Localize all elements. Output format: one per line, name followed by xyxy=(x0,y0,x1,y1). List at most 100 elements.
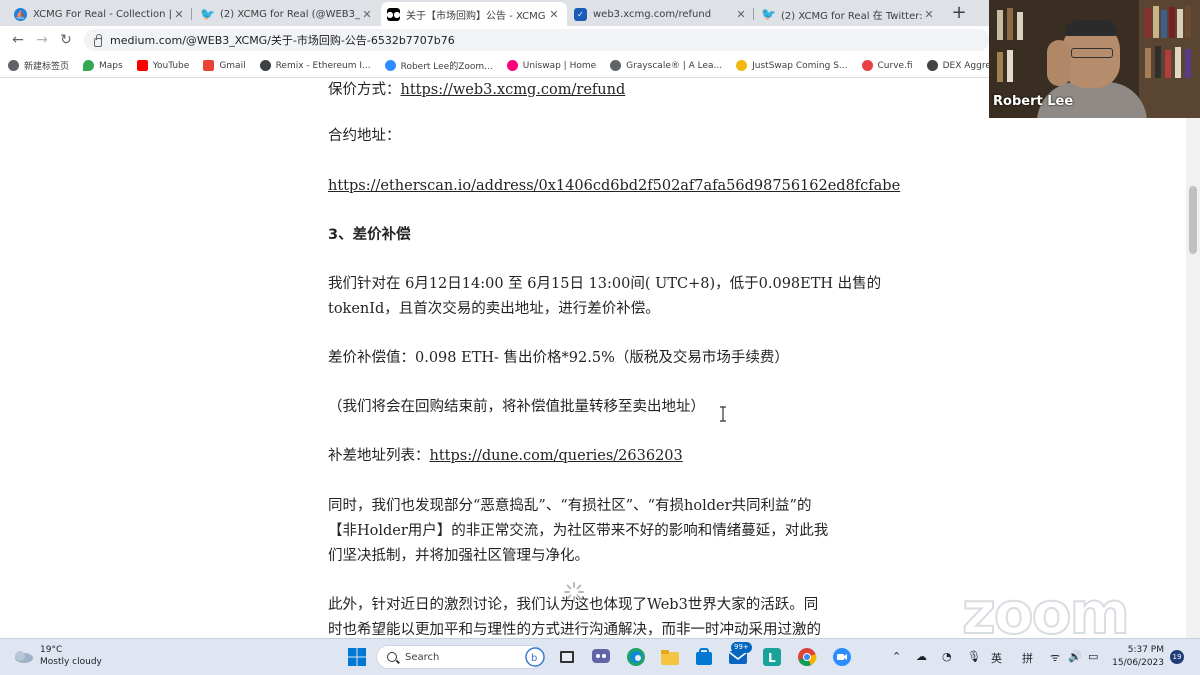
paragraph-1-line-2: tokenId，且首次交易的卖出地址，进行差价补偿。 xyxy=(328,301,660,317)
notification-center[interactable]: 19 xyxy=(1170,650,1184,664)
tab-label: web3.xcmg.com/refund xyxy=(593,8,712,20)
ime-language[interactable]: 英 xyxy=(991,650,1002,666)
refund-link[interactable]: https://web3.xcmg.com/refund xyxy=(401,82,626,98)
weather-widget[interactable]: 19°C Mostly cloudy xyxy=(12,644,102,668)
dune-link[interactable]: https://dune.com/queries/2636203 xyxy=(430,448,683,464)
bookmark-item[interactable]: Gmail xyxy=(203,60,246,71)
windows-taskbar: 19°C Mostly cloudy Search b 99+ L ⌃ ☁ ◔ … xyxy=(0,638,1200,675)
tab-medium-article[interactable]: ●● 关于【市场回购】公告 - XCMG for ✕ xyxy=(381,2,567,26)
remix-icon xyxy=(259,60,271,71)
search-placeholder: Search xyxy=(405,651,440,663)
new-tab-button[interactable]: + xyxy=(949,4,969,24)
contract-label: 合约地址： xyxy=(328,128,401,144)
twitter-icon: 🐦 xyxy=(200,7,215,21)
gmail-icon xyxy=(203,60,215,71)
refund-paragraph: 保价方式：https://web3.xcmg.com/refund xyxy=(328,82,626,98)
wifi-icon[interactable]: ᯤ xyxy=(1050,650,1060,665)
weather-condition: Mostly cloudy xyxy=(40,657,102,667)
tab-opensea[interactable]: ⛵ XCMG For Real - Collection | Ope ✕ xyxy=(8,2,192,26)
close-icon[interactable]: ✕ xyxy=(172,8,186,21)
svg-text:b: b xyxy=(531,653,537,664)
close-icon[interactable]: ✕ xyxy=(734,8,748,21)
scrollbar-thumb[interactable] xyxy=(1189,186,1197,254)
contract-paragraph: https://etherscan.io/address/0x1406cd6bd… xyxy=(328,174,900,199)
store-icon[interactable] xyxy=(693,646,715,668)
tab-label: (2) XCMG for Real (@WEB3_XCM xyxy=(220,8,360,20)
notification-badge: 99+ xyxy=(731,642,752,653)
edge-icon[interactable] xyxy=(625,646,647,668)
paragraph-3: （我们将会在回购结束前，将补偿值批量转移至卖出地址） xyxy=(328,399,705,415)
zoom-app-icon[interactable] xyxy=(831,646,853,668)
volume-icon[interactable]: 🔊 xyxy=(1068,650,1082,663)
windows-start-icon[interactable] xyxy=(346,646,368,668)
scrollbar[interactable] xyxy=(1186,78,1200,638)
url-text: medium.com/@WEB3_XCMG/关于-市场回购-公告-6532b77… xyxy=(110,34,455,47)
curve-icon xyxy=(861,60,873,71)
globe-icon xyxy=(8,60,19,71)
paragraph-2: 差价补偿值：0.098 ETH- 售出价格*92.5%（版税及交易市场手续费） xyxy=(328,350,789,366)
search-icon xyxy=(387,652,397,662)
lark-icon[interactable]: L xyxy=(761,646,783,668)
bookmark-item[interactable]: 新建标签页 xyxy=(8,59,69,72)
close-icon[interactable]: ✕ xyxy=(922,8,936,21)
section-heading: 3、差价补偿 xyxy=(328,227,411,243)
lock-icon[interactable] xyxy=(94,33,102,47)
taskbar-search[interactable]: Search xyxy=(376,645,544,669)
bookmark-item[interactable]: YouTube xyxy=(136,60,189,71)
close-icon[interactable]: ✕ xyxy=(547,8,561,21)
tab-xcmg-refund[interactable]: ✓ web3.xcmg.com/refund ✕ xyxy=(568,2,754,26)
paragraph-4-line-2: 【非Holder用户】的非正常交流，为社区带来不好的影响和情绪蔓延，对此我 xyxy=(328,523,829,539)
bookmark-item[interactable]: Maps xyxy=(83,60,123,71)
participant-name: Robert Lee xyxy=(993,94,1074,109)
chrome-icon[interactable] xyxy=(796,646,818,668)
bookmark-item[interactable]: Robert Lee的Zoom... xyxy=(384,59,493,72)
address-bar[interactable]: medium.com/@WEB3_XCMG/关于-市场回购-公告-6532b77… xyxy=(84,29,990,51)
opensea-icon: ⛵ xyxy=(14,7,27,21)
microphone-icon[interactable]: 🎙 xyxy=(967,650,981,663)
checkbox-icon: ✓ xyxy=(574,7,587,21)
forward-arrow-icon[interactable]: → xyxy=(34,32,50,48)
file-explorer-icon[interactable] xyxy=(659,646,681,668)
paragraph-4-line-1: 同时，我们也发现部分“恶意捣乱”、“有损社区”、“有损holder共同利益”的 xyxy=(328,498,812,514)
svg-text:L: L xyxy=(768,651,776,665)
tab-label: (2) XCMG for Real 在 Twitter: "关 xyxy=(781,10,922,22)
wifi-status-icon[interactable]: ◔ xyxy=(942,650,952,663)
battery-icon[interactable]: ▭ xyxy=(1088,650,1098,663)
paragraph-4-line-3: 们坚决抵制，并将加强社区管理与净化。 xyxy=(328,548,589,564)
twitter-icon: 🐦 xyxy=(761,7,776,21)
paragraph-5-line-2: 时也希望能以更加平和与理性的方式进行沟通解决，而非一时冲动采用过激的 xyxy=(328,622,821,638)
bookmark-item[interactable]: Uniswap | Home xyxy=(506,60,596,71)
tab-label: XCMG For Real - Collection | Ope xyxy=(33,8,172,20)
bookmark-item[interactable]: Curve.fi xyxy=(861,60,913,71)
zoom-watermark: zoom xyxy=(961,579,1131,647)
youtube-icon xyxy=(136,60,148,71)
reload-icon[interactable]: ↻ xyxy=(58,32,74,48)
chevron-up-icon[interactable]: ⌃ xyxy=(892,650,901,663)
teams-chat-icon[interactable] xyxy=(590,646,612,668)
bookmark-item[interactable]: JustSwap Coming S... xyxy=(736,60,848,71)
tab-twitter-profile[interactable]: 🐦 (2) XCMG for Real (@WEB3_XCM ✕ xyxy=(195,2,380,26)
close-icon[interactable]: ✕ xyxy=(360,8,374,21)
contract-link[interactable]: https://etherscan.io/address/0x1406cd6bd… xyxy=(328,178,900,194)
page-content: 保价方式：https://web3.xcmg.com/refund 合约地址： … xyxy=(0,78,1186,638)
task-view-icon[interactable] xyxy=(556,646,578,668)
bookmark-item[interactable]: Remix - Ethereum I... xyxy=(259,60,371,71)
dex-aggregator-icon xyxy=(926,60,938,71)
ime-mode[interactable]: 拼 xyxy=(1022,650,1033,666)
dune-list-paragraph: 补差地址列表：https://dune.com/queries/2636203 xyxy=(328,448,683,464)
zoom-video-tile[interactable]: Robert Lee xyxy=(989,0,1200,118)
tab-twitter-post[interactable]: 🐦 (2) XCMG for Real 在 Twitter: "关 ✕ xyxy=(756,2,942,26)
system-clock[interactable]: 5:37 PM 15/06/2023 xyxy=(1112,644,1164,670)
grayscale-icon xyxy=(610,60,622,71)
bookmark-item[interactable]: Grayscale® | A Lea... xyxy=(610,60,722,71)
bing-icon[interactable]: b xyxy=(525,647,545,667)
onedrive-icon[interactable]: ☁ xyxy=(916,650,927,663)
back-arrow-icon[interactable]: ← xyxy=(10,32,26,48)
text-cursor-icon xyxy=(720,406,726,422)
clock-date: 15/06/2023 xyxy=(1112,658,1164,668)
unicorn-icon xyxy=(506,60,518,71)
cloud-icon xyxy=(15,651,33,663)
maps-pin-icon xyxy=(83,60,95,71)
clock-time: 5:37 PM xyxy=(1127,645,1164,655)
justswap-icon xyxy=(736,60,748,71)
